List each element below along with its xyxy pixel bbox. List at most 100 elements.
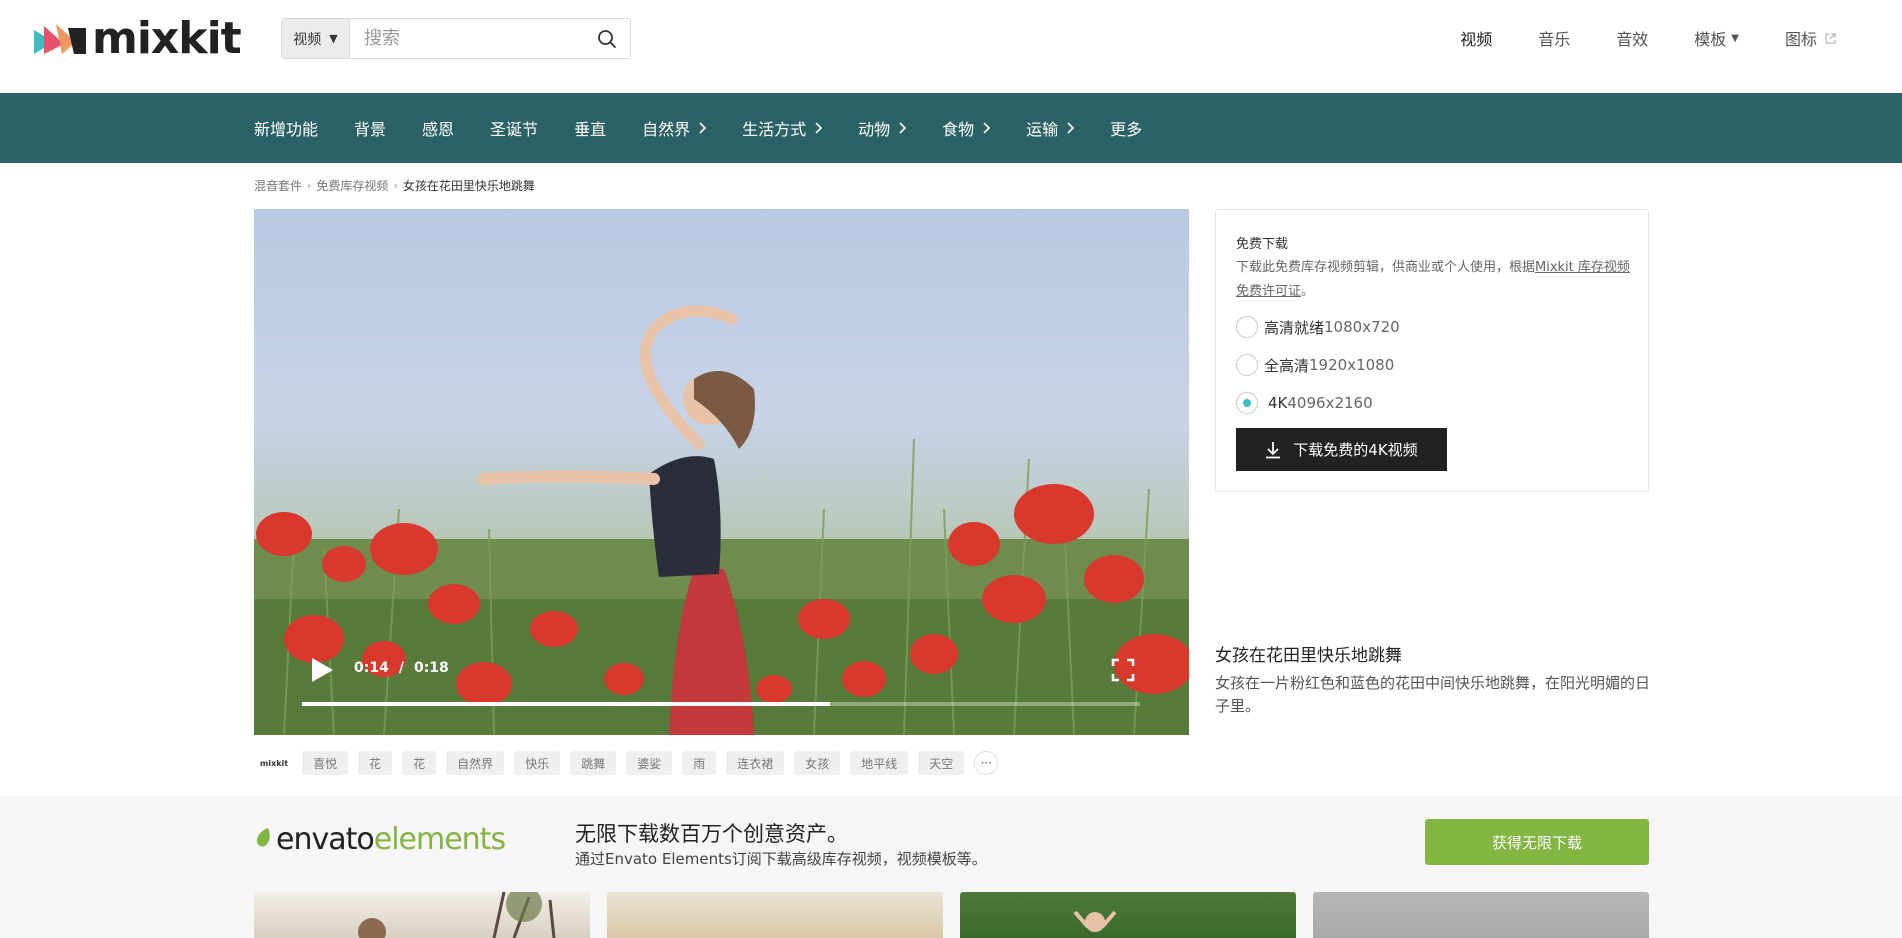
tag-list: mixkit 喜悦 花 花 自然界 快乐 跳舞 婆娑 雨 连衣裙 女孩 地平线 …	[254, 751, 999, 775]
download-button-label: 下载免费的4K视频	[1293, 441, 1418, 459]
category-item-nature[interactable]: 自然界	[642, 116, 707, 140]
chevron-right-icon	[699, 122, 707, 134]
promo-thumbnail[interactable]	[1313, 892, 1649, 938]
tag-chip[interactable]: 快乐	[514, 751, 561, 775]
quality-option-hd[interactable]: 高清就绪 1080x720	[1236, 316, 1400, 338]
category-item-animals[interactable]: 动物	[858, 116, 907, 140]
category-label: 生活方式	[742, 120, 807, 139]
search-type-label: 视频	[293, 31, 322, 48]
chevron-right-icon	[815, 122, 823, 134]
radio-hd[interactable]	[1236, 316, 1258, 338]
chevron-right-icon	[899, 122, 907, 134]
category-list: 新增功能 背景 感恩 圣诞节 垂直 自然界 生活方式 动物 食物 运输 更多	[254, 93, 1178, 163]
download-title: 免费下载	[1236, 237, 1289, 252]
download-panel: 免费下载 下载此免费库存视频剪辑，供商业或个人使用，根据Mixkit 库存视频免…	[1215, 209, 1649, 492]
download-description-text: 下载此免费库存视频剪辑，供商业或个人使用，根据	[1236, 260, 1536, 275]
category-label: 圣诞节	[490, 120, 539, 139]
search-type-select[interactable]: 视频 ▼	[282, 19, 350, 58]
category-item-food[interactable]: 食物	[942, 116, 991, 140]
mixkit-logo[interactable]: mixkit	[34, 14, 242, 64]
category-item-thanksgiving[interactable]: 感恩	[422, 116, 454, 140]
video-frame-image	[254, 305, 1189, 735]
video-time: 0:14 / 0:18	[354, 660, 449, 676]
video-player[interactable]: 0:14 / 0:18	[254, 209, 1189, 735]
nav-music[interactable]: 音乐	[1538, 26, 1570, 50]
time-separator: /	[398, 660, 404, 676]
site-header: mixkit 视频 ▼ 视频 音乐 音效 模板 ▼ 图标	[0, 0, 1902, 93]
progress-bar[interactable]	[302, 702, 1140, 706]
nav-music-label: 音乐	[1538, 30, 1571, 49]
breadcrumb-separator-icon: ›	[307, 179, 312, 192]
nav-templates-label: 模板	[1694, 30, 1727, 49]
promo-thumbnail[interactable]	[254, 892, 590, 938]
tag-chip[interactable]: 花	[402, 751, 437, 775]
download-description-suffix: 。	[1301, 284, 1315, 299]
nav-sfx-label: 音效	[1616, 30, 1649, 49]
category-item-transport[interactable]: 运输	[1026, 116, 1075, 140]
promo-subline: 通过Envato Elements订阅下载高级库存视频，视频模板等。	[575, 850, 987, 868]
mixkit-logo-icon	[34, 24, 86, 54]
category-item-new[interactable]: 新增功能	[254, 116, 318, 140]
tag-chip[interactable]: 地平线	[850, 751, 909, 775]
unlimited-download-button[interactable]: 获得无限下载	[1425, 819, 1649, 865]
nav-templates[interactable]: 模板 ▼	[1694, 26, 1739, 50]
download-button[interactable]: 下载免费的4K视频	[1236, 428, 1447, 471]
promo-headline: 无限下载数百万个创意资产。	[575, 822, 848, 846]
category-label: 运输	[1026, 120, 1059, 139]
breadcrumb-link-home[interactable]: 混音套件	[254, 177, 302, 194]
promo-thumbnail[interactable]	[960, 892, 1296, 938]
category-item-vertical[interactable]: 垂直	[574, 116, 606, 140]
category-label: 更多	[1110, 120, 1143, 139]
thumbnail-image	[1073, 910, 1117, 932]
search-icon[interactable]	[596, 28, 618, 50]
radio-fullhd[interactable]	[1236, 354, 1258, 376]
progress-fill	[302, 702, 830, 706]
download-description: 下载此免费库存视频剪辑，供商业或个人使用，根据Mixkit 库存视频免费许可证。	[1236, 256, 1636, 304]
quality-option-4k[interactable]: 4K 4096x2160	[1236, 392, 1373, 414]
download-icon	[1266, 441, 1281, 458]
promo-thumbnail[interactable]	[607, 892, 943, 938]
category-item-lifestyle[interactable]: 生活方式	[742, 116, 823, 140]
nav-icons-label: 图标	[1784, 30, 1817, 49]
quality-label: 4K	[1268, 394, 1288, 412]
chevron-right-icon	[983, 122, 991, 134]
envato-elements-logo[interactable]: envato elements	[254, 822, 506, 857]
more-tags-button[interactable]: ···	[974, 751, 999, 775]
category-label: 自然界	[642, 120, 691, 139]
elements-logo-text: elements	[373, 822, 506, 857]
nav-video-label: 视频	[1460, 30, 1493, 49]
caret-down-icon: ▼	[329, 32, 338, 45]
category-label: 感恩	[422, 120, 455, 139]
radio-4k[interactable]	[1236, 392, 1258, 414]
tag-chip[interactable]: 喜悦	[302, 751, 349, 775]
category-item-christmas[interactable]: 圣诞节	[490, 116, 538, 140]
tag-chip[interactable]: 天空	[918, 751, 965, 775]
tag-chip[interactable]: 婆娑	[626, 751, 673, 775]
nav-sfx[interactable]: 音效	[1616, 26, 1648, 50]
tag-chip[interactable]: 自然界	[446, 751, 505, 775]
play-icon[interactable]	[310, 657, 334, 683]
category-label: 垂直	[574, 120, 607, 139]
tag-chip[interactable]: 女孩	[794, 751, 841, 775]
tag-chip[interactable]: 跳舞	[570, 751, 617, 775]
category-bar: 新增功能 背景 感恩 圣诞节 垂直 自然界 生活方式 动物 食物 运输 更多	[0, 93, 1902, 163]
envato-promo: envato elements 无限下载数百万个创意资产。 通过Envato El…	[0, 796, 1902, 938]
fullscreen-icon[interactable]	[1111, 658, 1135, 682]
category-item-more[interactable]: 更多	[1110, 116, 1142, 140]
tag-chip[interactable]: 雨	[682, 751, 717, 775]
category-label: 动物	[858, 120, 891, 139]
breadcrumb-current: 女孩在花田里快乐地跳舞	[402, 179, 535, 193]
nav-icons[interactable]: 图标	[1785, 26, 1836, 50]
category-item-backgrounds[interactable]: 背景	[354, 116, 386, 140]
current-time: 0:14	[354, 660, 389, 676]
duration: 0:18	[413, 660, 449, 676]
nav-video[interactable]: 视频	[1460, 26, 1492, 50]
envato-logo-text: envato	[276, 822, 375, 857]
search-input[interactable]	[350, 19, 596, 58]
tag-chip[interactable]: 连衣裙	[726, 751, 785, 775]
breadcrumb-link-videos[interactable]: 免费库存视频	[316, 177, 388, 194]
quality-option-fullhd[interactable]: 全高清 1920x1080	[1236, 354, 1394, 376]
top-nav: 视频 音乐 音效 模板 ▼ 图标	[1414, 26, 1836, 50]
tag-chip[interactable]: 花	[358, 751, 393, 775]
breadcrumb-separator-icon: ›	[393, 179, 398, 192]
